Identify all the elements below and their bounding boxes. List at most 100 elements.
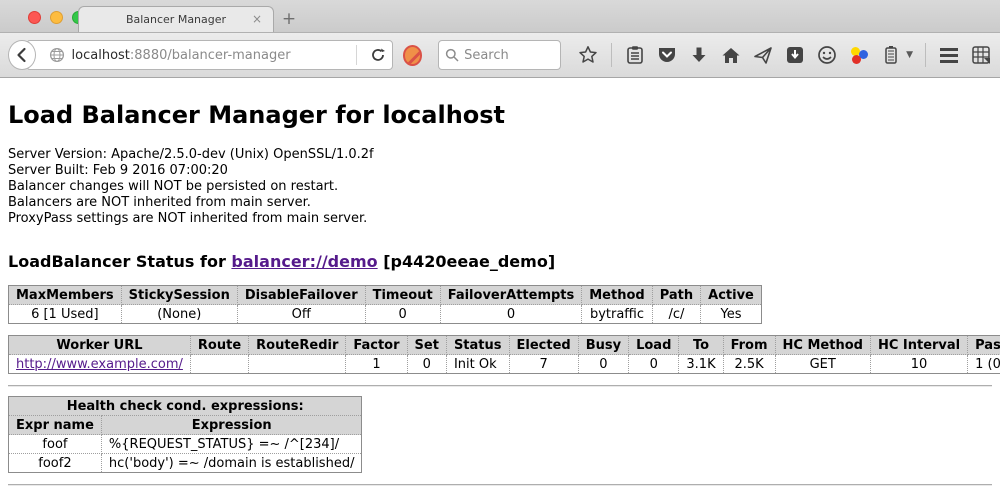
toolbar-separator: [925, 43, 926, 67]
table-title-row: Health check cond. expressions:: [9, 397, 362, 416]
url-divider: [356, 45, 357, 65]
cell-busy: 0: [578, 355, 628, 374]
server-info: Server Version: Apache/2.5.0-dev (Unix) …: [8, 147, 992, 227]
col-routeredir: RouteRedir: [249, 336, 346, 355]
cell-method: bytraffic: [582, 305, 652, 324]
search-input[interactable]: [464, 48, 554, 63]
reading-list-icon[interactable]: [624, 44, 646, 66]
server-version-line: Server Version: Apache/2.5.0-dev (Unix) …: [8, 147, 992, 163]
cell-expr-name: foof: [9, 435, 102, 454]
col-to: To: [679, 336, 723, 355]
tab-title: Balancer Manager: [126, 13, 226, 26]
cell-load: 0: [629, 355, 679, 374]
page-content: Load Balancer Manager for localhost Serv…: [0, 78, 1000, 491]
url-domain: localhost: [72, 48, 130, 63]
col-route: Route: [190, 336, 248, 355]
toolbar-separator: [611, 43, 612, 67]
col-status: Status: [446, 336, 509, 355]
window-controls: [28, 11, 85, 24]
content-blocked-icon[interactable]: [403, 45, 423, 66]
url-bar[interactable]: localhost:8880/balancer-manager: [26, 40, 393, 70]
chat-smiley-icon[interactable]: [816, 44, 838, 66]
cell-hc-interval: 10: [870, 355, 967, 374]
tab-close-icon[interactable]: ×: [250, 12, 264, 26]
col-path: Path: [652, 286, 700, 305]
bookmark-star-icon[interactable]: [577, 44, 599, 66]
table-row: foof %{REQUEST_STATUS} =~ /^[234]/: [9, 435, 362, 454]
home-icon[interactable]: [720, 44, 742, 66]
status-heading-suffix: [p4420eeae_demo]: [378, 252, 556, 271]
col-failoverattempts: FailoverAttempts: [440, 286, 582, 305]
pocket-icon[interactable]: [656, 44, 678, 66]
cell-timeout: 0: [365, 305, 440, 324]
persist-warning-line: Balancer changes will NOT be persisted o…: [8, 179, 992, 195]
tab-balancer-manager[interactable]: Balancer Manager ×: [78, 6, 274, 32]
video-download-icon[interactable]: [784, 44, 806, 66]
toolbar-icons: ▼: [577, 43, 992, 67]
col-load: Load: [629, 336, 679, 355]
server-built-line: Server Built: Feb 9 2016 07:00:20: [8, 163, 992, 179]
cell-expression: hc('body') =~ /domain is established/: [101, 454, 362, 473]
menu-hamburger-icon[interactable]: [938, 44, 960, 66]
cell-expression: %{REQUEST_STATUS} =~ /^[234]/: [101, 435, 362, 454]
col-stickysession: StickySession: [121, 286, 237, 305]
send-plane-icon[interactable]: [752, 44, 774, 66]
col-from: From: [723, 336, 775, 355]
col-expression: Expression: [101, 416, 362, 435]
back-arrow-icon: [14, 47, 30, 63]
cell-active: Yes: [701, 305, 762, 324]
balancer-params-table: MaxMembers StickySession DisableFailover…: [8, 285, 762, 324]
new-tab-button[interactable]: +: [274, 6, 304, 32]
titlebar: Balancer Manager × +: [0, 0, 1000, 33]
balancer-status-heading: LoadBalancer Status for balancer://demo …: [8, 252, 992, 271]
downloads-icon[interactable]: [688, 44, 710, 66]
back-button[interactable]: [8, 40, 36, 70]
cell-hc-method: GET: [775, 355, 870, 374]
col-disablefailover: DisableFailover: [237, 286, 365, 305]
worker-url-link[interactable]: http://www.example.com/: [16, 357, 183, 372]
cell-factor: 1: [346, 355, 407, 374]
inherit-warning-line: Balancers are NOT inherited from main se…: [8, 195, 992, 211]
col-method: Method: [582, 286, 652, 305]
table-row: foof2 hc('body') =~ /domain is establish…: [9, 454, 362, 473]
cell-from: 2.5K: [723, 355, 775, 374]
colored-dots-extension-icon[interactable]: [848, 44, 870, 66]
cell-status: Init Ok: [446, 355, 509, 374]
cell-passes: 1 (0): [968, 355, 1000, 374]
cell-elected: 7: [509, 355, 578, 374]
reload-icon: [370, 47, 386, 63]
cell-set: 0: [407, 355, 446, 374]
col-maxmembers: MaxMembers: [9, 286, 122, 305]
cell-path: /c/: [652, 305, 700, 324]
chevron-down-icon[interactable]: ▼: [906, 50, 913, 60]
health-check-table: Health check cond. expressions: Expr nam…: [8, 396, 362, 473]
table-header-row: Worker URL Route RouteRedir Factor Set S…: [9, 336, 1000, 355]
page-title: Load Balancer Manager for localhost: [8, 101, 992, 129]
close-window-button[interactable]: [28, 11, 41, 24]
grid-extension-icon[interactable]: [970, 44, 992, 66]
battery-extension-icon[interactable]: [880, 44, 902, 66]
horizontal-rule: [8, 385, 992, 387]
search-bar[interactable]: [438, 40, 561, 70]
cell-disablefailover: Off: [237, 305, 365, 324]
url-path: :8880/balancer-manager: [130, 48, 291, 63]
balancer-demo-link[interactable]: balancer://demo: [231, 252, 377, 271]
cell-route: [190, 355, 248, 374]
cell-maxmembers: 6 [1 Used]: [9, 305, 122, 324]
col-timeout: Timeout: [365, 286, 440, 305]
col-elected: Elected: [509, 336, 578, 355]
col-hc-method: HC Method: [775, 336, 870, 355]
minimize-window-button[interactable]: [50, 11, 63, 24]
cell-routeredir: [249, 355, 346, 374]
col-active: Active: [701, 286, 762, 305]
col-busy: Busy: [578, 336, 628, 355]
table-row: 6 [1 Used] (None) Off 0 0 bytraffic /c/ …: [9, 305, 762, 324]
table-header-row: MaxMembers StickySession DisableFailover…: [9, 286, 762, 305]
reload-button[interactable]: [364, 41, 392, 69]
url-text[interactable]: localhost:8880/balancer-manager: [72, 48, 349, 63]
globe-icon: [49, 47, 65, 63]
cell-worker-url: http://www.example.com/: [9, 355, 191, 374]
search-icon: [445, 48, 459, 62]
horizontal-rule: [8, 484, 992, 486]
cell-to: 3.1K: [679, 355, 723, 374]
